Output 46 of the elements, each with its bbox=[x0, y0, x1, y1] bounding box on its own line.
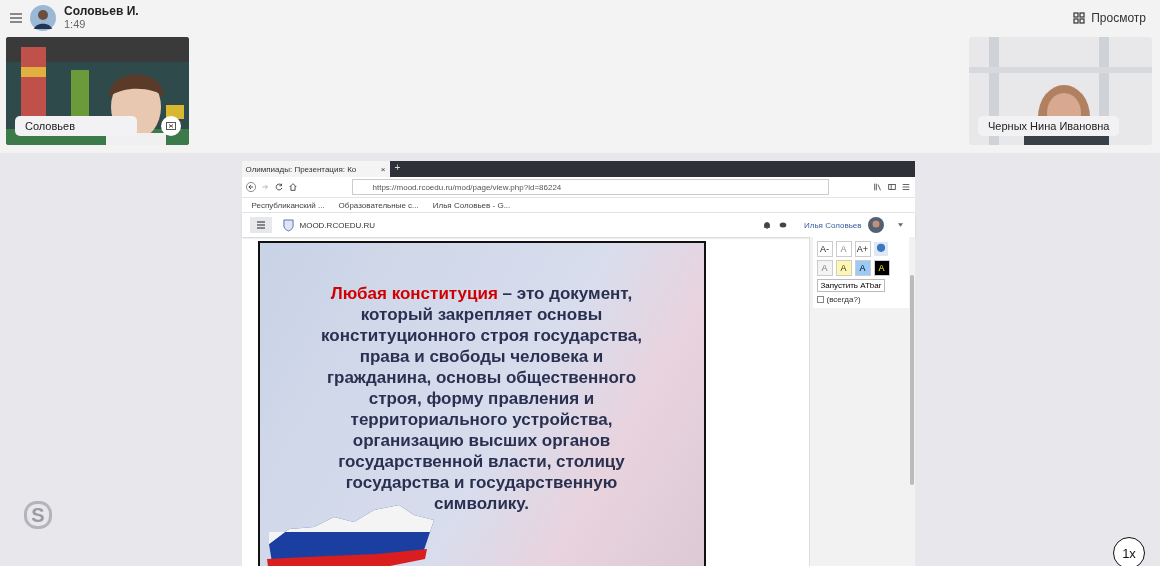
grid-icon bbox=[1073, 12, 1086, 24]
home-icon[interactable] bbox=[287, 182, 298, 192]
avatar bbox=[30, 5, 56, 31]
address-bar[interactable]: https://mood.rcoedu.ru/mod/page/view.php?id=86224 bbox=[351, 179, 829, 195]
back-icon[interactable] bbox=[245, 182, 256, 192]
screen-share-off-icon[interactable] bbox=[161, 116, 181, 136]
site-name[interactable]: MOOD.RCOEDU.RU bbox=[299, 220, 376, 230]
shield-logo-icon bbox=[282, 218, 294, 232]
user-avatar[interactable] bbox=[867, 217, 884, 233]
font-size-button[interactable]: A- bbox=[816, 241, 833, 257]
slide-text: Любая конституция – это документ, который закрепляет основы конституционного строя государства, права и свободы человека и гражданина, основы общественного строя, форму правления и территориального устройства, организацию высших органов государственной власти, столицу государства и государственную символику. bbox=[320, 283, 643, 514]
speed-button[interactable]: 1x bbox=[1113, 537, 1145, 566]
menu-icon[interactable] bbox=[900, 182, 911, 192]
chat-icon[interactable] bbox=[778, 220, 788, 230]
reload-icon[interactable] bbox=[273, 182, 284, 192]
bookmark[interactable]: Республиканский ... bbox=[251, 200, 325, 210]
always-label: (всегда?) bbox=[826, 295, 861, 304]
font-size-button[interactable]: A bbox=[835, 241, 852, 257]
call-duration: 1:49 bbox=[64, 18, 87, 31]
tab-title: Олимпиады: Презентация: Ко bbox=[245, 164, 357, 174]
participant-name: Черных Нина Ивановна bbox=[978, 116, 1120, 136]
library-icon[interactable] bbox=[872, 182, 883, 192]
color-scheme-button[interactable]: A bbox=[816, 260, 833, 276]
speech-icon[interactable] bbox=[873, 242, 888, 256]
bookmark[interactable]: Образовательные с... bbox=[338, 200, 419, 210]
color-scheme-button[interactable]: A bbox=[873, 260, 890, 276]
view-button[interactable]: Просмотр bbox=[1073, 11, 1146, 25]
participant-name: Соловьев bbox=[15, 116, 137, 136]
caller-name: Соловьев И. bbox=[64, 5, 139, 18]
color-scheme-button[interactable]: A bbox=[835, 260, 852, 276]
menu-icon[interactable] bbox=[249, 217, 272, 233]
color-scheme-button[interactable]: A bbox=[854, 260, 871, 276]
always-checkbox[interactable] bbox=[816, 296, 824, 303]
caret-icon[interactable] bbox=[897, 223, 903, 227]
scrollbar-thumb[interactable] bbox=[909, 275, 914, 485]
font-size-button[interactable]: A+ bbox=[854, 241, 871, 257]
user-name[interactable]: Илья Соловьев bbox=[804, 220, 862, 230]
menu-icon[interactable] bbox=[10, 13, 22, 23]
bell-icon[interactable] bbox=[762, 220, 772, 230]
launch-atbar-button[interactable]: Запустить ATbar bbox=[816, 279, 886, 292]
browser-tab[interactable]: Олимпиады: Презентация: Ко × bbox=[241, 161, 390, 177]
tab-close[interactable]: × bbox=[380, 164, 386, 174]
new-tab-button[interactable]: + bbox=[389, 161, 406, 177]
sidebar-icon[interactable] bbox=[886, 182, 897, 192]
skype-logo: S bbox=[24, 501, 52, 529]
bookmark[interactable]: Илья Соловьев - G... bbox=[432, 200, 511, 210]
